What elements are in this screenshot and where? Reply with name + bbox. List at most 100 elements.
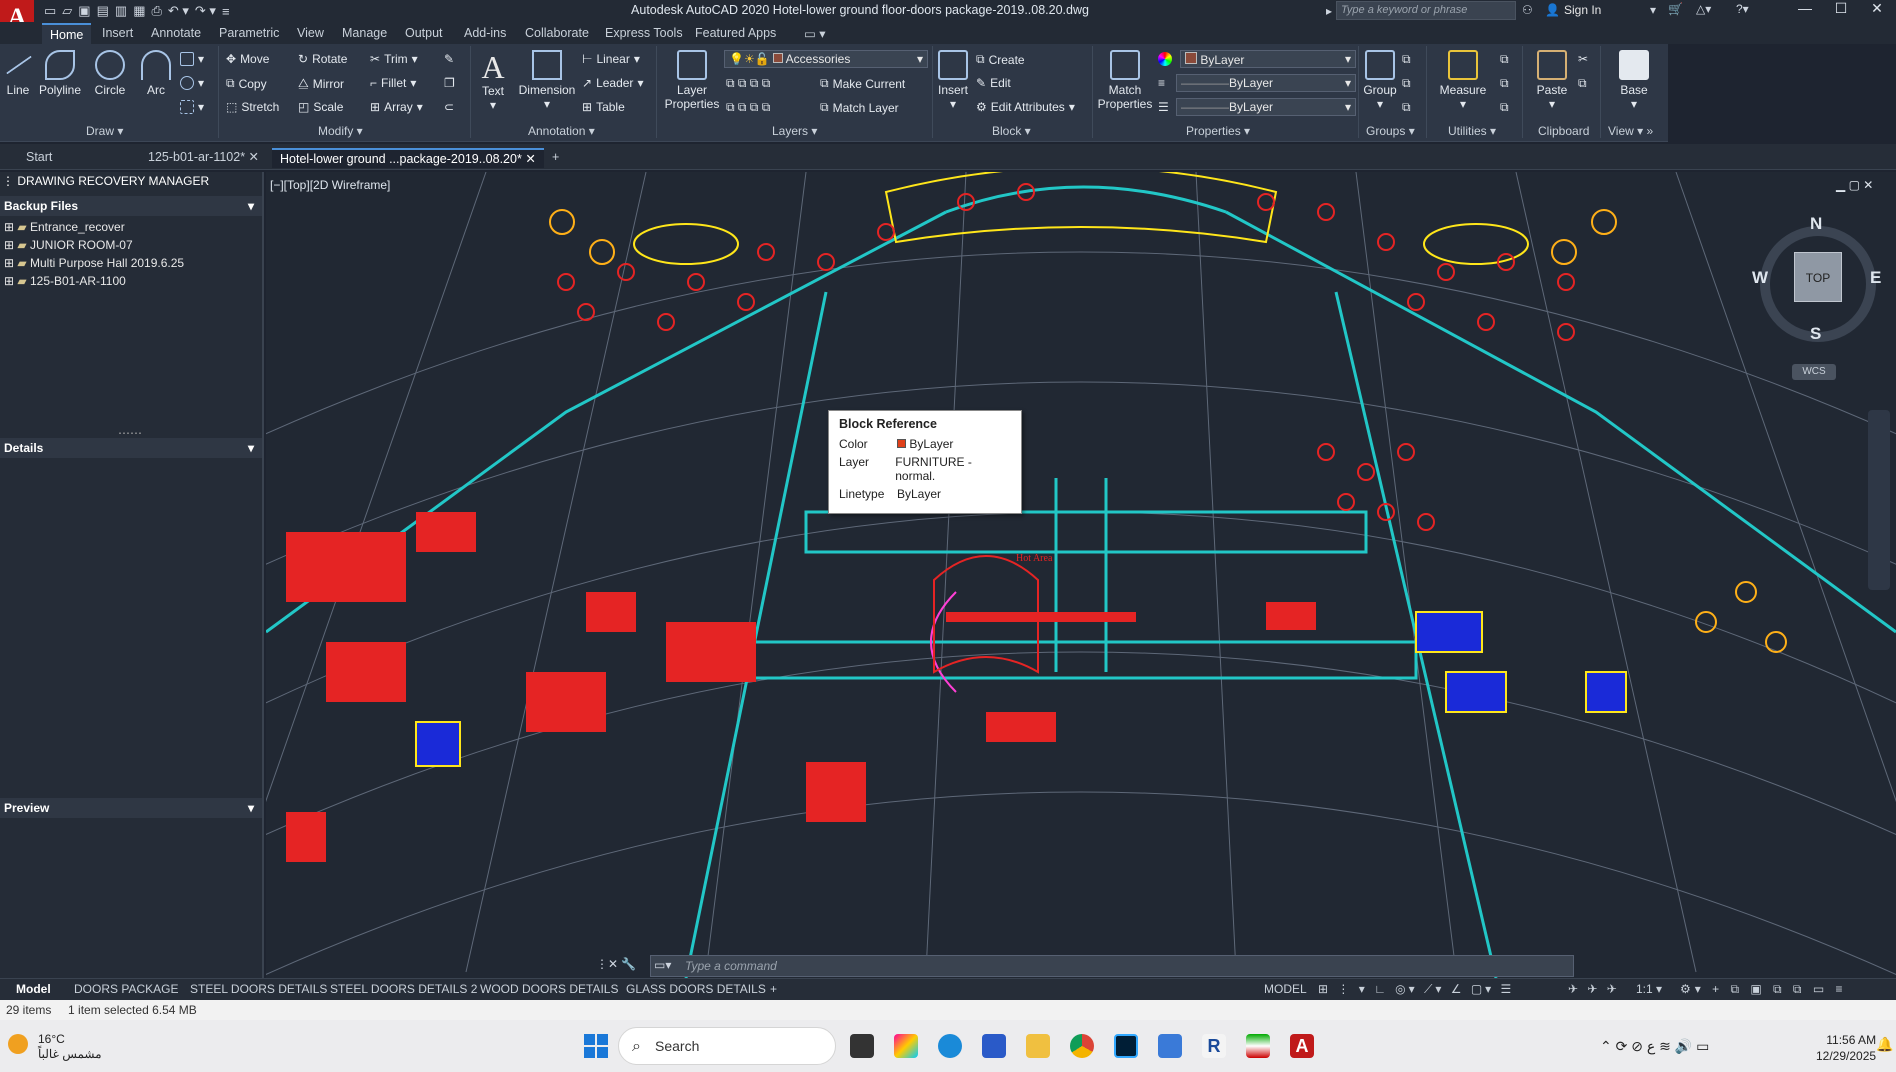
array-button[interactable]: ⊞ Array ▾ — [370, 100, 423, 114]
group-edit-icon[interactable]: ⧉ — [1402, 76, 1411, 91]
select-all-icon[interactable]: ⧉ — [1500, 76, 1509, 91]
paste-button[interactable]: Paste ▾ — [1530, 50, 1574, 111]
layout-tab-wood-doors[interactable]: WOOD DOORS DETAILS — [480, 982, 618, 996]
cart-icon[interactable]: 🛒 — [1668, 2, 1683, 16]
edit-block-button[interactable]: ✎ Edit — [976, 76, 1011, 90]
system-tray[interactable]: ⌃ ⟳ ⊘ ع ≋ 🔊 ▭ — [1600, 1038, 1709, 1055]
plot-icon[interactable]: ⎙ — [151, 3, 161, 19]
chrome-icon[interactable] — [1070, 1034, 1094, 1058]
stretch-button[interactable]: ⬚ Stretch — [226, 100, 279, 114]
autodesk-app-icon[interactable]: △▾ — [1696, 2, 1711, 16]
viewcube-top-face[interactable]: TOP — [1794, 252, 1842, 302]
properties-panel-title[interactable]: Properties ▾ — [1186, 124, 1250, 138]
layer-properties-button[interactable]: Layer Properties — [660, 50, 724, 111]
edit-attributes-button[interactable]: ⚙ Edit Attributes ▾ — [976, 100, 1075, 114]
linetype-dropdown[interactable]: ————ByLayer ▾ — [1176, 98, 1356, 116]
erase-button[interactable]: ✎ — [444, 52, 454, 66]
store-icon[interactable] — [982, 1034, 1006, 1058]
ungroup-icon[interactable]: ⧉ — [1402, 52, 1411, 67]
expand-icon[interactable]: ⊞ — [4, 220, 14, 234]
ribbon-minimize-icon[interactable]: ▭ ▾ — [804, 26, 826, 41]
calculator-icon[interactable]: ⧉ — [1500, 100, 1509, 115]
layout-tab-glass-doors[interactable]: GLASS DOORS DETAILS — [626, 982, 766, 996]
group-select-icon[interactable]: ⧉ — [1402, 100, 1411, 115]
offset-button[interactable]: ⊂ — [444, 100, 454, 114]
command-history-icon[interactable]: ▭▾ — [654, 958, 671, 972]
save-web-icon[interactable]: ▦ — [133, 3, 145, 19]
polyline-button[interactable]: Polyline — [38, 50, 82, 97]
drag-handle-icon[interactable]: ⋮ — [2, 174, 14, 188]
search-input[interactable]: Type a keyword or phrase — [1336, 1, 1516, 20]
customize-qat-icon[interactable]: ≡ — [222, 4, 230, 19]
binoculars-icon[interactable]: ⚇ — [1522, 3, 1533, 17]
file-explorer-icon[interactable] — [1026, 1034, 1050, 1058]
explode-button[interactable]: ❐ — [444, 76, 455, 90]
rectangle-button[interactable]: ▾ — [180, 52, 204, 66]
close-icon[interactable]: ✕ — [1862, 0, 1892, 20]
status-bar-settings[interactable]: ⚙▾ + ⧉ ▣ ⧉ ⧉ ▭ ≡ — [1680, 982, 1847, 997]
match-properties-button[interactable]: Match Properties — [1094, 50, 1156, 111]
layers-panel-title[interactable]: Layers ▾ — [772, 124, 817, 138]
trim-button[interactable]: ✂ Trim ▾ — [370, 52, 418, 66]
tree-item[interactable]: ⊞ ▰ 125-B01-AR-1100 — [4, 274, 126, 288]
layout-tab-model[interactable]: Model — [16, 982, 51, 996]
file-tab-hotel[interactable]: Hotel-lower ground ...package-2019..08.2… — [272, 148, 544, 168]
backup-files-header[interactable]: Backup Files ▾ — [0, 196, 262, 216]
redo-icon[interactable]: ↷ ▾ — [195, 3, 216, 19]
command-line-input[interactable]: Type a command — [650, 955, 1574, 977]
web-mobile-icon[interactable]: ▥ — [115, 3, 127, 19]
collapse-icon[interactable]: ▾ — [248, 441, 254, 455]
revit-icon[interactable]: R — [1202, 1034, 1226, 1058]
preview-header[interactable]: Preview ▾ — [0, 798, 262, 818]
task-view-icon[interactable] — [850, 1034, 874, 1058]
tab-parametric[interactable]: Parametric — [219, 26, 279, 40]
insert-block-button[interactable]: Insert ▾ — [936, 50, 970, 111]
mirror-button[interactable]: ⧋ Mirror — [298, 76, 344, 91]
wcs-menu[interactable]: WCS — [1792, 364, 1836, 380]
dimension-button[interactable]: Dimension ▾ — [516, 50, 578, 111]
taskbar-clock[interactable]: 11:56 AM 12/29/2025 — [1816, 1032, 1876, 1064]
save-icon[interactable]: ▣ — [78, 3, 90, 19]
notifications-icon[interactable]: 🔔 — [1876, 1036, 1893, 1053]
lineweight-dropdown[interactable]: ————ByLayer ▾ — [1176, 74, 1356, 92]
rotate-button[interactable]: ↻ Rotate — [298, 52, 347, 66]
status-bar-toggles[interactable]: ⊞ ⋮ ▾ ∟ ◎▾ ⟋▾ ∠ ▢▾ ☰ — [1318, 982, 1514, 997]
help-icon[interactable]: ?▾ — [1736, 2, 1749, 16]
copy-button[interactable]: ⧉ Copy — [226, 76, 267, 91]
weather-widget[interactable]: 16°C مشمس غالباً — [38, 1032, 102, 1062]
tree-item[interactable]: ⊞ ▰ Entrance_recover — [4, 220, 125, 234]
minimize-icon[interactable]: — — [1790, 0, 1820, 20]
copilot-icon[interactable] — [894, 1034, 918, 1058]
text-button[interactable]: A Text ▾ — [476, 50, 510, 112]
layer-dropdown[interactable]: 💡☀🔓 Accessories ▾ — [724, 50, 928, 68]
edge-icon[interactable] — [938, 1034, 962, 1058]
hatch-button[interactable]: ▾ — [180, 76, 204, 90]
utilities-panel-title[interactable]: Utilities ▾ — [1448, 124, 1496, 138]
file-tab-125-b01[interactable]: 125-b01-ar-1102* ✕ — [140, 148, 267, 168]
group-button[interactable]: Group ▾ — [1362, 50, 1398, 111]
taskbar-search[interactable]: Search — [618, 1027, 836, 1065]
circle-button[interactable]: Circle — [92, 50, 128, 97]
tab-collaborate[interactable]: Collaborate — [525, 26, 589, 40]
make-current-button[interactable]: ⧉ Make Current — [820, 76, 905, 91]
tab-manage[interactable]: Manage — [342, 26, 387, 40]
compass-east[interactable]: E — [1870, 268, 1881, 288]
expand-icon[interactable]: ⊞ — [4, 256, 14, 270]
winrar-icon[interactable] — [1246, 1034, 1270, 1058]
modify-panel-title[interactable]: Modify ▾ — [318, 124, 363, 138]
windows-start-icon[interactable] — [584, 1034, 608, 1058]
viewport-window-controls[interactable]: ▁ ▢ ✕ — [1836, 178, 1873, 192]
tab-home[interactable]: Home — [42, 23, 92, 45]
scale-button[interactable]: ◰ Scale — [298, 100, 343, 114]
measure-button[interactable]: Measure ▾ — [1432, 50, 1494, 111]
compass-north[interactable]: N — [1810, 214, 1822, 234]
expand-icon[interactable]: ⊞ — [4, 274, 14, 288]
maximize-icon[interactable]: ☐ — [1826, 0, 1856, 20]
base-view-button[interactable]: Base ▾ — [1614, 50, 1654, 111]
tab-add-ins[interactable]: Add-ins — [464, 26, 506, 40]
photos-icon[interactable] — [1158, 1034, 1182, 1058]
view-panel-title[interactable]: View ▾ » — [1608, 124, 1653, 138]
autocad-taskbar-icon[interactable]: A — [1290, 1034, 1314, 1058]
expand-icon[interactable]: ⊞ — [4, 238, 14, 252]
line-button[interactable]: Line — [4, 50, 32, 97]
